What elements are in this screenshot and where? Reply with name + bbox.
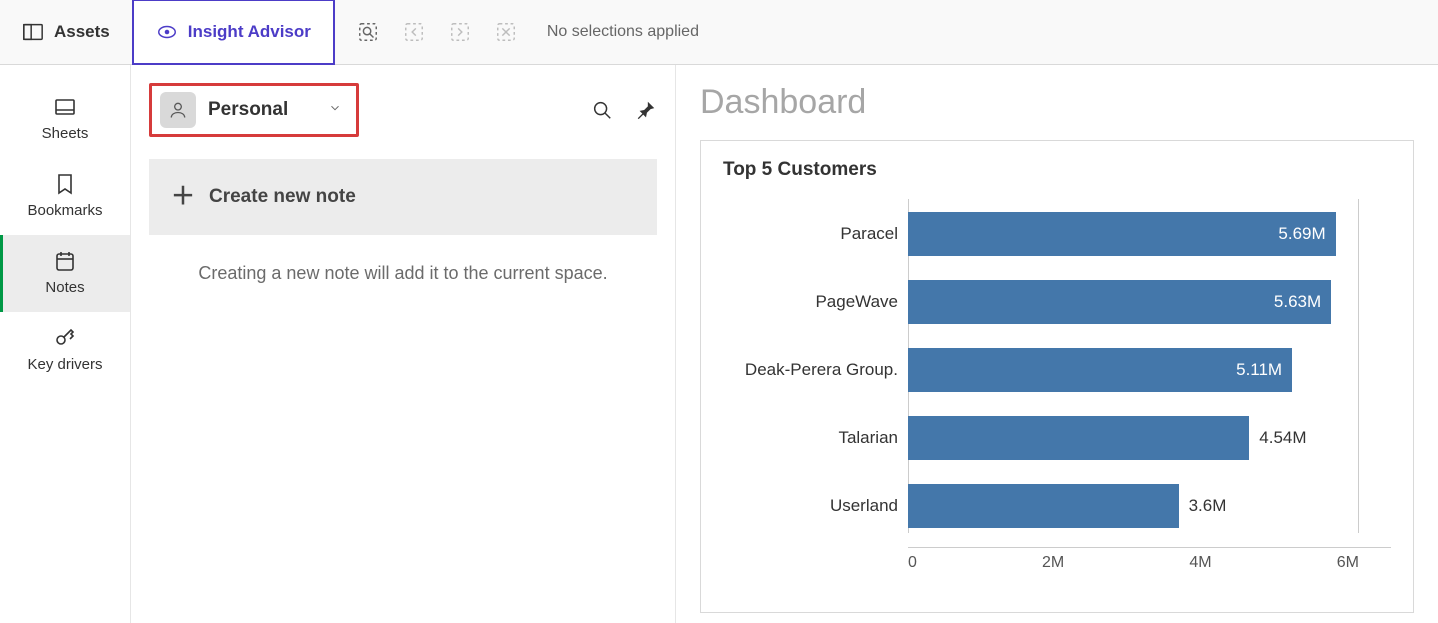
axis-tick: 6M	[1337, 554, 1359, 572]
sidenav-item-key-drivers[interactable]: Key drivers	[0, 312, 130, 389]
create-label: Create new note	[209, 186, 356, 208]
bar-chart: Paracel5.69MPageWave5.63MDeak-Perera Gro…	[723, 199, 1391, 572]
sheet-icon	[53, 95, 77, 119]
bar-category-label: Userland	[723, 496, 898, 516]
search-icon[interactable]	[591, 99, 613, 121]
assets-button[interactable]: Assets	[0, 0, 133, 64]
bar-value-label: 5.69M	[1278, 224, 1325, 244]
side-nav: Sheets Bookmarks Notes Key drivers	[0, 65, 131, 623]
bar[interactable]: 4.54M	[908, 416, 1249, 460]
step-forward-icon	[449, 21, 471, 43]
keydrivers-icon	[53, 326, 77, 350]
bookmark-icon	[53, 172, 77, 196]
nav-label: Bookmarks	[27, 202, 102, 219]
user-icon	[160, 92, 196, 128]
bar[interactable]: 5.63M	[908, 280, 1331, 324]
dashboard-panel: Dashboard Top 5 Customers Paracel5.69MPa…	[676, 65, 1438, 623]
advisor-label: Insight Advisor	[188, 22, 311, 42]
sidenav-item-notes[interactable]: Notes	[0, 235, 130, 312]
plus-icon: ＋	[171, 185, 195, 209]
bar-value-label: 5.63M	[1274, 292, 1321, 312]
notes-panel: Personal ＋ Create new note Creating a ne…	[131, 65, 676, 623]
selections-toolbar: No selections applied	[335, 0, 721, 64]
sidenav-item-sheets[interactable]: Sheets	[0, 81, 130, 158]
notes-icon	[53, 249, 77, 273]
nav-label: Notes	[45, 279, 84, 296]
bar[interactable]: 5.11M	[908, 348, 1292, 392]
bar-category-label: Deak-Perera Group.	[723, 360, 898, 380]
bars-area: Paracel5.69M PageWave5.63M Deak-Perera Gro…	[908, 199, 1391, 533]
assets-icon	[22, 21, 44, 43]
pin-icon[interactable]	[635, 99, 657, 121]
create-note-button[interactable]: ＋ Create new note	[149, 159, 657, 235]
bar-category-label: PageWave	[723, 292, 898, 312]
bar-value-label: 5.11M	[1236, 360, 1282, 380]
selections-text: No selections applied	[547, 23, 699, 41]
step-back-icon	[403, 21, 425, 43]
bar[interactable]: 5.69M	[908, 212, 1336, 256]
nav-label: Key drivers	[27, 356, 102, 373]
axis-tick: 2M	[1042, 554, 1064, 572]
chart-card: Top 5 Customers Paracel5.69MPageWave5.63…	[700, 140, 1414, 613]
bar-value-label: 4.54M	[1259, 428, 1306, 448]
bar[interactable]: 3.6M	[908, 484, 1179, 528]
bar-category-label: Talarian	[723, 428, 898, 448]
axis-tick: 0	[908, 554, 917, 572]
insight-advisor-button[interactable]: Insight Advisor	[132, 0, 335, 65]
insight-advisor-icon	[156, 21, 178, 43]
bar-row: Deak-Perera Group.5.11M	[908, 343, 1359, 397]
dashboard-title: Dashboard	[700, 83, 1414, 122]
bar-row: PageWave5.63M	[908, 275, 1359, 329]
clear-selections-icon	[495, 21, 517, 43]
space-selector[interactable]: Personal	[149, 83, 359, 137]
bar-category-label: Paracel	[723, 224, 898, 244]
nav-label: Sheets	[42, 125, 89, 142]
create-hint: Creating a new note will add it to the c…	[149, 263, 657, 284]
space-label: Personal	[208, 99, 288, 121]
chevron-down-icon	[328, 101, 342, 120]
x-axis: 0 2M 4M 6M	[908, 547, 1391, 572]
assets-label: Assets	[54, 22, 110, 42]
bar-row: Userland3.6M	[908, 479, 1359, 533]
bar-value-label: 3.6M	[1189, 496, 1227, 516]
axis-tick: 4M	[1189, 554, 1211, 572]
top-toolbar: Assets Insight Advisor No selections app…	[0, 0, 1438, 65]
chart-title: Top 5 Customers	[723, 159, 1391, 181]
smart-search-icon[interactable]	[357, 21, 379, 43]
bar-row: Paracel5.69M	[908, 207, 1359, 261]
bar-row: Talarian4.54M	[908, 411, 1359, 465]
sidenav-item-bookmarks[interactable]: Bookmarks	[0, 158, 130, 235]
